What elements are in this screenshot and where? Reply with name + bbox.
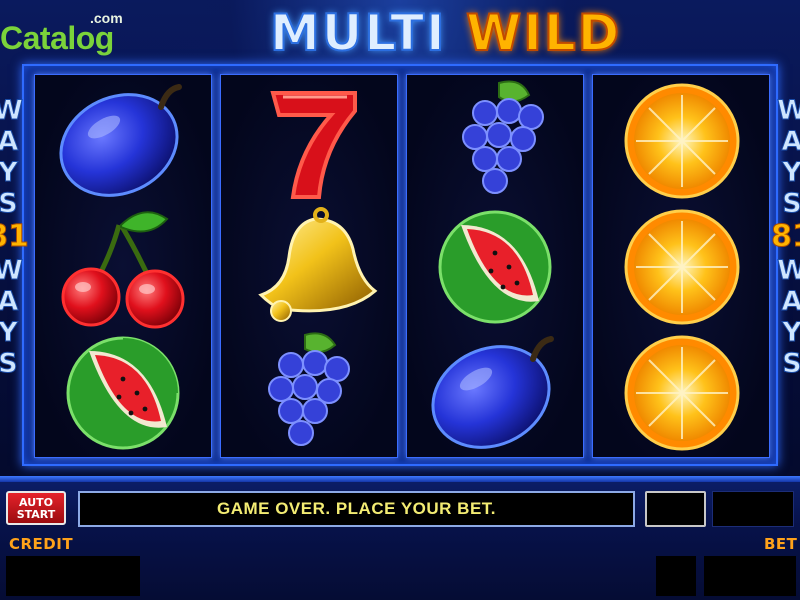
ways-letter: S [782,348,800,380]
ways-number: 81 [771,219,800,255]
orange-icon [607,79,757,203]
watermelon-icon [421,205,571,329]
bell-icon [235,205,385,329]
seven-icon [235,79,385,203]
ways-letter: S [782,188,800,220]
logo-text: Catalog [0,20,114,56]
credit-value-display [6,556,140,596]
ways-letter: Y [0,157,18,189]
reel-2 [220,74,398,458]
reels-frame [22,64,778,466]
ways-letter: S [0,348,18,380]
ways-letter: S [0,188,18,220]
ways-letter: W [777,255,800,287]
ways-number: 81 [0,219,29,255]
bet-button[interactable] [645,491,706,527]
orange-icon [607,331,757,455]
ways-letter: W [0,255,23,287]
bet-value-display [704,556,796,596]
title-wild: WILD [465,3,622,63]
reel-3 [406,74,584,458]
orange-icon [607,205,757,329]
cherries-icon [49,205,199,329]
grapes-icon [235,331,385,455]
bet-label: BET [764,535,798,553]
ways-letter: Y [0,317,18,349]
bet-value-display-small [656,556,696,596]
ways-letter: Y [782,317,800,349]
ways-letter: W [777,95,800,127]
grapes-icon [421,79,571,203]
ways-indicator-right: W A Y S 81 W A Y S [771,95,800,425]
autostart-button[interactable]: AUTO START [6,491,66,525]
catalog-logo: .com Catalog [0,6,130,56]
credit-label: CREDIT [9,535,74,553]
ways-letter: Y [782,157,800,189]
game-title: MULTI WILD [269,0,620,68]
autostart-label-line2: START [16,508,56,521]
ways-letter: A [781,286,800,318]
bet-display [712,491,794,527]
plum-icon [49,79,199,203]
ways-letter: A [0,126,19,158]
watermelon-icon [49,331,199,455]
ways-indicator-left: W A Y S 81 W A Y S [0,95,29,425]
ways-letter: W [0,95,23,127]
title-multi: MULTI [269,3,447,63]
ways-letter: A [0,286,19,318]
reel-4 [592,74,770,458]
reel-1 [34,74,212,458]
plum-icon [421,331,571,455]
status-message: GAME OVER. PLACE YOUR BET. [78,491,635,527]
ways-letter: A [781,126,800,158]
